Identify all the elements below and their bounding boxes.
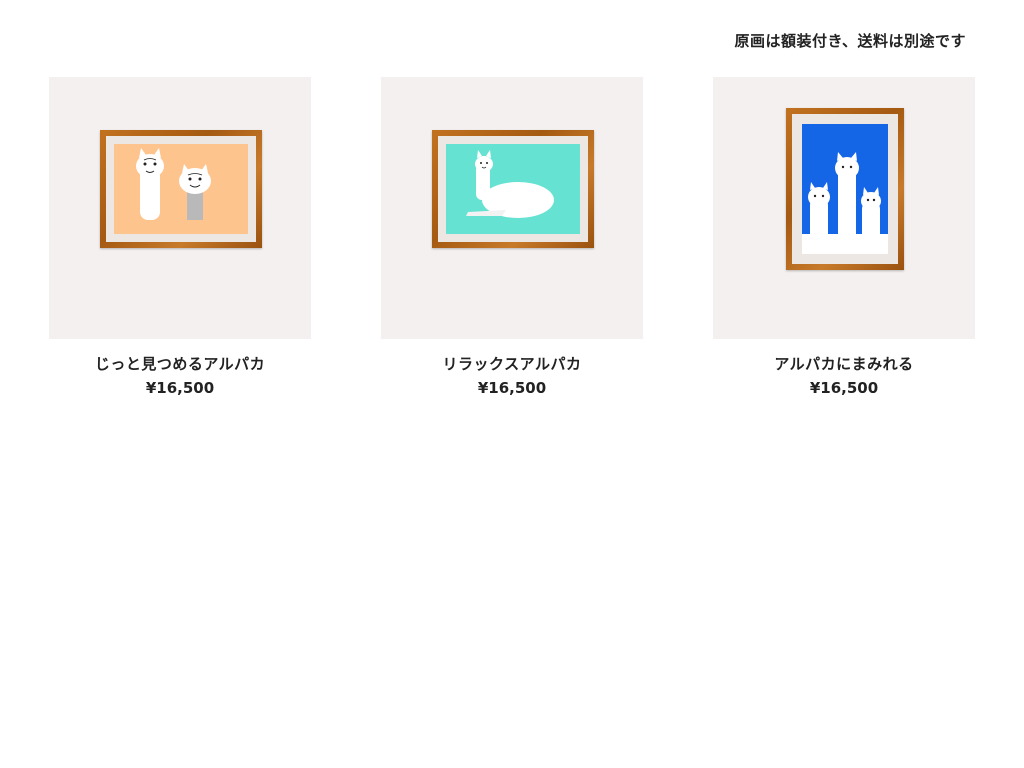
product-price: ¥16,500	[145, 379, 215, 397]
wood-frame	[432, 130, 594, 248]
product-card-relaxing-alpaca[interactable]: リラックスアルパカ ¥16,500	[381, 77, 643, 397]
shipping-notice: 原画は額装付き、送料は別途です	[734, 32, 966, 50]
wood-frame	[786, 108, 904, 270]
product-title[interactable]: リラックスアルパカ	[381, 353, 643, 374]
product-price: ¥16,500	[809, 379, 879, 397]
resting-alpaca-painting-icon	[446, 144, 580, 234]
product-image[interactable]	[381, 77, 643, 339]
product-image[interactable]	[713, 77, 975, 339]
two-alpacas-painting-icon	[114, 144, 248, 234]
product-price: ¥16,500	[477, 379, 547, 397]
product-card-surrounded-by-alpacas[interactable]: アルパカにまみれる ¥16,500	[713, 77, 975, 397]
three-alpacas-painting-icon	[802, 124, 888, 254]
product-title[interactable]: アルパカにまみれる	[713, 353, 975, 374]
product-title[interactable]: じっと見つめるアルパカ	[49, 353, 311, 374]
wood-frame	[100, 130, 262, 248]
product-image[interactable]	[49, 77, 311, 339]
product-card-staring-alpaca[interactable]: じっと見つめるアルパカ ¥16,500	[49, 77, 311, 397]
